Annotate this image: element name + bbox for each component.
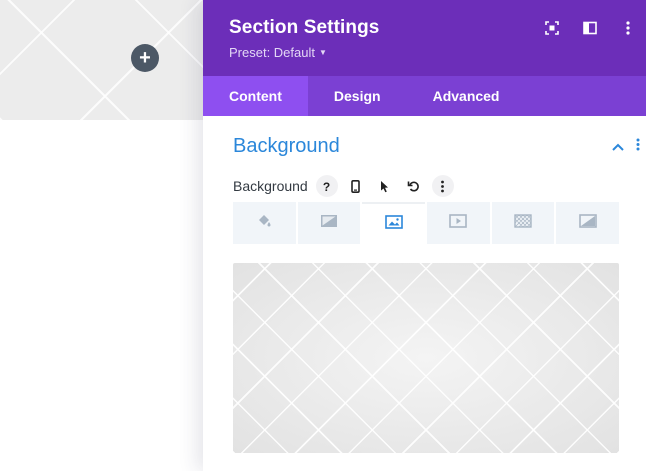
bg-tab-mask[interactable] bbox=[556, 202, 620, 244]
bg-tab-color[interactable] bbox=[233, 202, 296, 244]
split-view-icon[interactable] bbox=[582, 20, 598, 36]
chevron-up-icon[interactable] bbox=[612, 138, 624, 156]
background-field-row: Background ? bbox=[203, 174, 646, 198]
help-icon[interactable]: ? bbox=[315, 175, 338, 197]
section-background-preview: + bbox=[0, 0, 210, 120]
gradient-icon bbox=[320, 213, 338, 234]
panel-tabs: Content Design Advanced bbox=[203, 76, 646, 116]
add-label: + bbox=[139, 47, 151, 69]
pattern-icon bbox=[514, 213, 532, 234]
bg-tab-gradient[interactable] bbox=[297, 202, 361, 244]
tab-design[interactable]: Design bbox=[308, 76, 407, 116]
tab-content[interactable]: Content bbox=[203, 76, 308, 116]
section-title: Background bbox=[233, 135, 340, 157]
preset-label: Preset: Default bbox=[229, 45, 315, 60]
background-type-tabs bbox=[233, 202, 620, 244]
field-label: Background bbox=[233, 178, 308, 194]
mask-icon bbox=[578, 213, 597, 234]
settings-panel: Section Settings Preset: Default ▼ Conte… bbox=[203, 0, 646, 471]
bg-tab-pattern[interactable] bbox=[491, 202, 555, 244]
more-icon[interactable] bbox=[431, 175, 454, 197]
add-module-button[interactable]: + bbox=[131, 44, 159, 72]
preset-selector[interactable]: Preset: Default ▼ bbox=[229, 45, 646, 60]
video-icon bbox=[449, 213, 468, 234]
cursor-icon[interactable] bbox=[374, 175, 396, 197]
image-icon bbox=[384, 214, 403, 235]
builder-stage: + Section Settings Preset: Default ▼ Con… bbox=[0, 0, 646, 471]
fullscreen-icon[interactable] bbox=[544, 20, 560, 36]
section-actions bbox=[612, 138, 640, 156]
caret-down-icon: ▼ bbox=[319, 48, 327, 57]
mobile-icon[interactable] bbox=[345, 175, 367, 197]
background-section-header[interactable]: Background bbox=[203, 116, 646, 174]
tab-advanced[interactable]: Advanced bbox=[407, 76, 526, 116]
panel-header: Section Settings Preset: Default ▼ bbox=[203, 0, 646, 76]
bg-tab-video[interactable] bbox=[427, 202, 490, 244]
reset-icon[interactable] bbox=[403, 175, 425, 197]
background-image-preview[interactable] bbox=[233, 263, 619, 453]
more-icon[interactable] bbox=[636, 138, 640, 156]
svg-text:?: ? bbox=[323, 180, 330, 193]
paint-bucket-icon bbox=[255, 213, 273, 234]
bg-tab-image[interactable] bbox=[362, 202, 426, 244]
header-actions bbox=[544, 20, 636, 36]
more-icon[interactable] bbox=[620, 20, 636, 36]
